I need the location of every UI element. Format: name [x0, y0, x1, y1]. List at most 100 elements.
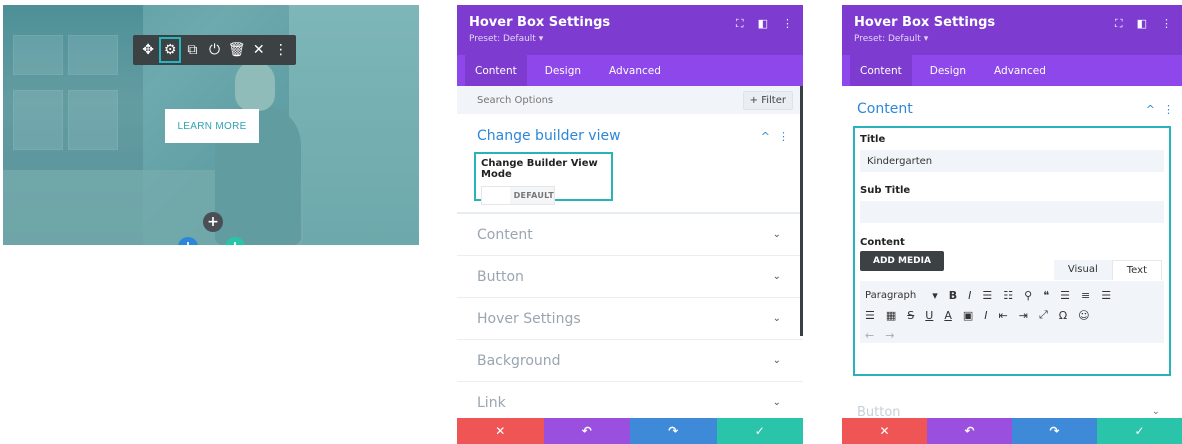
split-view-icon[interactable]: ◧: [758, 17, 768, 31]
scrollbar[interactable]: [800, 86, 803, 336]
split-view-icon[interactable]: ◧: [1137, 17, 1147, 31]
align-left-icon[interactable]: ☰: [1060, 289, 1070, 302]
chevron-down-icon: ⌄: [772, 355, 781, 366]
module-toolbar: ✥ ⚙ ⧉ ⏻ 🗑 ✕ ⋮: [133, 35, 296, 65]
panel-header: Hover Box Settings Preset: Default ▾ ⛶ ◧…: [457, 5, 803, 55]
filter-button[interactable]: + Filter: [742, 90, 793, 110]
close-icon: ✕: [879, 424, 890, 438]
cancel-button[interactable]: ✕: [457, 418, 544, 444]
more-icon[interactable]: ⋮: [782, 17, 793, 31]
section-label: Button: [477, 268, 524, 285]
subtitle-label: Sub Title: [860, 185, 911, 196]
tab-text[interactable]: Text: [1111, 260, 1162, 280]
save-button[interactable]: ✓: [1097, 418, 1182, 444]
strikethrough-icon[interactable]: S: [907, 309, 914, 322]
move-icon[interactable]: ✥: [137, 37, 159, 63]
indent-icon[interactable]: ⇥: [1019, 309, 1028, 322]
section-hover-settings[interactable]: Hover Settings ⌄: [457, 298, 803, 340]
tab-content[interactable]: Content: [850, 55, 912, 86]
builder-view-mode-toggle[interactable]: DEFAULT: [481, 186, 555, 205]
editor-mode-tabs: Visual Text: [1053, 260, 1162, 280]
paragraph-format-select[interactable]: Paragraph: [865, 290, 916, 301]
chevron-up-icon[interactable]: ^: [1146, 103, 1155, 116]
undo-button[interactable]: ↶: [927, 418, 1012, 444]
underline-icon[interactable]: U: [925, 309, 933, 322]
italic-icon[interactable]: I: [968, 289, 971, 302]
content-label: Content: [860, 237, 905, 248]
outdent-icon[interactable]: ⇤: [999, 309, 1008, 322]
builder-view-mode-label: Change Builder View Mode: [481, 158, 598, 180]
settings-panel-builder-view: Hover Box Settings Preset: Default ▾ ⛶ ◧…: [457, 5, 803, 444]
undo-icon[interactable]: ←: [865, 329, 874, 342]
search-options-input[interactable]: [477, 94, 677, 106]
learn-more-button[interactable]: LEARN MORE: [165, 109, 259, 143]
quote-icon[interactable]: ❝: [1043, 289, 1049, 302]
panel-tabs: Content Design Advanced: [457, 55, 803, 86]
omega-icon[interactable]: Ω: [1059, 309, 1067, 322]
more-icon[interactable]: ⋮: [1161, 17, 1172, 31]
tab-advanced[interactable]: Advanced: [984, 55, 1056, 86]
table-icon[interactable]: ▦: [886, 309, 896, 322]
close-icon[interactable]: ✕: [248, 37, 270, 63]
cancel-button[interactable]: ✕: [842, 418, 927, 444]
paste-icon[interactable]: ▣: [963, 309, 973, 322]
redo-icon[interactable]: →: [885, 329, 894, 342]
more-icon[interactable]: ⋮: [1163, 103, 1174, 116]
module-preview: ✥ ⚙ ⧉ ⏻ 🗑 ✕ ⋮ LEARN MORE + + +: [3, 5, 419, 245]
preset-selector[interactable]: Preset: Default ▾: [854, 34, 1170, 44]
section-label: Link: [477, 394, 506, 411]
fullscreen-icon[interactable]: ⤢: [1039, 308, 1048, 322]
fullscreen-icon[interactable]: ⛶: [1115, 17, 1123, 31]
section-content[interactable]: Content ⌄: [457, 214, 803, 256]
plus-icon: +: [182, 239, 194, 245]
title-label: Title: [860, 134, 886, 145]
bold-icon[interactable]: B: [949, 289, 957, 302]
fullscreen-icon[interactable]: ⛶: [736, 17, 744, 31]
content-section-header[interactable]: Content ^ ⋮: [842, 86, 1182, 118]
bullet-list-icon[interactable]: ☰: [982, 289, 992, 302]
save-button[interactable]: ✓: [716, 418, 803, 444]
redo-icon: ↷: [668, 424, 679, 438]
chevron-down-icon: ⌄: [772, 313, 781, 324]
text-color-icon[interactable]: A: [944, 309, 952, 322]
tab-design[interactable]: Design: [920, 55, 976, 86]
change-builder-view-header[interactable]: Change builder view ^ ⋮: [457, 114, 803, 144]
tab-content[interactable]: Content: [465, 55, 527, 86]
redo-button[interactable]: ↷: [630, 418, 717, 444]
plus-icon: +: [229, 239, 241, 245]
check-icon: ✓: [1134, 424, 1145, 438]
redo-button[interactable]: ↷: [1012, 418, 1097, 444]
section-button[interactable]: Button ⌄: [457, 256, 803, 298]
numbered-list-icon[interactable]: ☷: [1003, 289, 1013, 302]
duplicate-icon[interactable]: ⧉: [181, 37, 203, 63]
subtitle-input[interactable]: [860, 201, 1164, 223]
preset-selector[interactable]: Preset: Default ▾: [469, 34, 791, 44]
close-icon: ✕: [495, 424, 506, 438]
more-icon[interactable]: ⋮: [270, 37, 292, 63]
tab-visual[interactable]: Visual: [1053, 260, 1112, 280]
panel-footer: ✕ ↶ ↷ ✓: [457, 418, 803, 444]
clear-format-icon[interactable]: I: [984, 309, 987, 322]
add-module-button[interactable]: +: [203, 212, 223, 232]
emoji-icon[interactable]: ☺: [1078, 309, 1089, 322]
align-center-icon[interactable]: ≡: [1081, 289, 1090, 302]
trash-icon[interactable]: 🗑: [226, 37, 248, 63]
link-icon[interactable]: ⚲: [1024, 289, 1032, 302]
tab-design[interactable]: Design: [535, 55, 591, 86]
section-background[interactable]: Background ⌄: [457, 340, 803, 382]
align-right-icon[interactable]: ☰: [1101, 289, 1111, 302]
toggle-knob: [482, 187, 510, 204]
gear-icon[interactable]: ⚙: [159, 37, 182, 63]
title-input[interactable]: [860, 150, 1164, 172]
dropdown-arrow-icon[interactable]: ▾: [932, 289, 938, 302]
more-icon[interactable]: ⋮: [778, 130, 789, 143]
chevron-up-icon[interactable]: ^: [761, 130, 770, 143]
content-fields-box: Title Sub Title Content ADD MEDIA Visual…: [853, 126, 1171, 376]
undo-icon: ↶: [581, 424, 592, 438]
add-media-button[interactable]: ADD MEDIA: [860, 251, 944, 271]
power-icon[interactable]: ⏻: [203, 37, 225, 63]
justify-icon[interactable]: ☰: [865, 309, 875, 322]
undo-button[interactable]: ↶: [543, 418, 630, 444]
plus-icon: +: [207, 214, 219, 230]
tab-advanced[interactable]: Advanced: [599, 55, 671, 86]
